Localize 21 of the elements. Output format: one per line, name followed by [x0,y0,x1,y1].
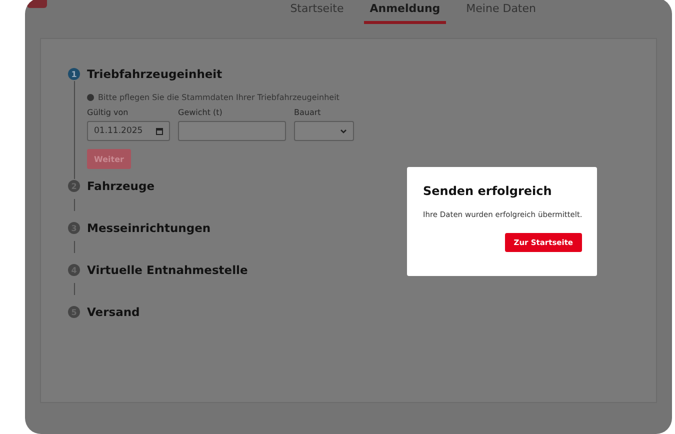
field-label: Bauart [294,108,322,117]
nav-tab[interactable]: Startseite [284,0,350,24]
logo-icon [27,0,47,8]
step-title: Virtuelle Entnahmestelle [87,263,248,277]
field-label: Gewicht (t) [178,108,224,117]
date-field[interactable]: 01.11.2025 [87,121,170,141]
calendar-icon [156,128,163,134]
input-field[interactable] [178,121,286,141]
step-title: Versand [87,305,140,319]
select-field[interactable] [294,121,354,141]
step-title: Messeinrichtungen [87,221,211,235]
step-title: Fahrzeuge [87,179,155,193]
info-icon [87,94,94,101]
nav-tab[interactable]: Meine Daten [460,0,542,24]
field-label: Gültig von [87,108,130,117]
chevron-down-icon [340,128,347,134]
info-text: Bitte pflegen Sie die Stammdaten Ihrer Triebfahrzeugeinheit [98,93,340,102]
step-number: 1 [68,68,80,80]
step-title: Triebfahrzeugeinheit [87,67,222,81]
dialog-title: Senden erfolgreich [423,184,553,198]
nav-tab[interactable]: Anmeldung [364,0,446,24]
